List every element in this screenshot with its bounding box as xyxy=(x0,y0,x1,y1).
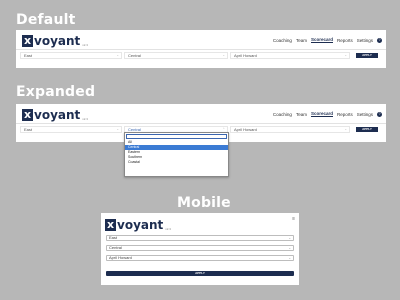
dropdown-option[interactable]: Coastal xyxy=(125,160,228,165)
help-icon[interactable]: ? xyxy=(377,111,382,117)
chevron-down-icon: ⌄ xyxy=(288,256,291,260)
apply-button[interactable]: APPLY xyxy=(356,53,378,58)
section-title-mobile: Mobile xyxy=(177,195,231,211)
person-filter[interactable]: April Howard ⌄ xyxy=(230,126,350,133)
area-filter-value: Central xyxy=(128,53,141,58)
mobile-person-value: April Howard xyxy=(109,255,132,260)
area-filter[interactable]: Central ⌄ xyxy=(124,52,228,59)
app-version: v2.3 xyxy=(82,43,88,47)
chevron-down-icon: ⌄ xyxy=(288,236,291,240)
logo-mark: x xyxy=(22,34,33,47)
hamburger-menu-icon[interactable]: ≡ xyxy=(292,216,295,222)
region-filter-value: East xyxy=(24,127,33,132)
nav-team[interactable]: Team xyxy=(296,38,307,43)
mobile-region-value: East xyxy=(109,235,118,240)
region-filter[interactable]: East ⌄ xyxy=(20,126,122,133)
nav-team[interactable]: Team xyxy=(296,112,307,117)
dropdown-search-input[interactable] xyxy=(126,134,227,139)
section-title-default: Default xyxy=(16,12,76,28)
mobile-card: x voyant v2.3 ≡ East ⌄ Central ⌄ April H… xyxy=(101,213,299,285)
nav-coaching[interactable]: Coaching xyxy=(273,38,292,43)
header-divider xyxy=(16,49,386,50)
mobile-area-value: Central xyxy=(109,245,122,250)
apply-button[interactable]: APPLY xyxy=(356,127,378,132)
default-card: x voyant v2.3 Coaching Team Scorecard Re… xyxy=(16,30,386,68)
nav-settings[interactable]: Settings xyxy=(357,112,373,117)
app-logo[interactable]: x voyant v2.3 xyxy=(22,35,88,47)
chevron-down-icon: ⌄ xyxy=(116,53,119,57)
nav-scorecard[interactable]: Scorecard xyxy=(310,37,333,43)
app-version: v2.3 xyxy=(82,117,88,121)
logo-wordmark: voyant xyxy=(117,218,164,232)
logo-mark: x xyxy=(22,108,33,121)
header-divider xyxy=(16,123,386,124)
chevron-down-icon: ⌄ xyxy=(344,53,347,57)
chevron-down-icon: ⌄ xyxy=(288,246,291,250)
person-filter-value: April Howard xyxy=(234,53,257,58)
mobile-person-select[interactable]: April Howard ⌄ xyxy=(106,255,294,261)
nav-reports[interactable]: Reports xyxy=(337,38,353,43)
nav-settings[interactable]: Settings xyxy=(357,38,373,43)
section-title-expanded: Expanded xyxy=(16,84,96,100)
chevron-down-icon: ⌄ xyxy=(344,127,347,131)
region-filter-value: East xyxy=(24,53,33,58)
chevron-down-icon: ⌄ xyxy=(116,127,119,131)
app-logo[interactable]: x voyant v2.3 xyxy=(105,219,171,231)
logo-wordmark: voyant xyxy=(34,108,81,122)
app-logo[interactable]: x voyant v2.3 xyxy=(22,109,88,121)
app-version: v2.3 xyxy=(165,227,171,231)
mobile-apply-button[interactable]: APPLY xyxy=(106,271,294,276)
person-filter-value: April Howard xyxy=(234,127,257,132)
nav-coaching[interactable]: Coaching xyxy=(273,112,292,117)
help-icon[interactable]: ? xyxy=(377,37,382,43)
area-dropdown-list: All Central Eastern Southern Coastal xyxy=(124,132,229,177)
main-nav: Coaching Team Scorecard Reports Settings… xyxy=(269,37,382,43)
mobile-region-select[interactable]: East ⌄ xyxy=(106,235,294,241)
logo-mark: x xyxy=(105,218,116,231)
mobile-area-select[interactable]: Central ⌄ xyxy=(106,245,294,251)
logo-wordmark: voyant xyxy=(34,34,81,48)
main-nav: Coaching Team Scorecard Reports Settings… xyxy=(269,111,382,117)
person-filter[interactable]: April Howard ⌄ xyxy=(230,52,350,59)
nav-scorecard[interactable]: Scorecard xyxy=(310,111,333,117)
chevron-down-icon: ⌄ xyxy=(222,53,225,57)
nav-reports[interactable]: Reports xyxy=(337,112,353,117)
region-filter[interactable]: East ⌄ xyxy=(20,52,122,59)
